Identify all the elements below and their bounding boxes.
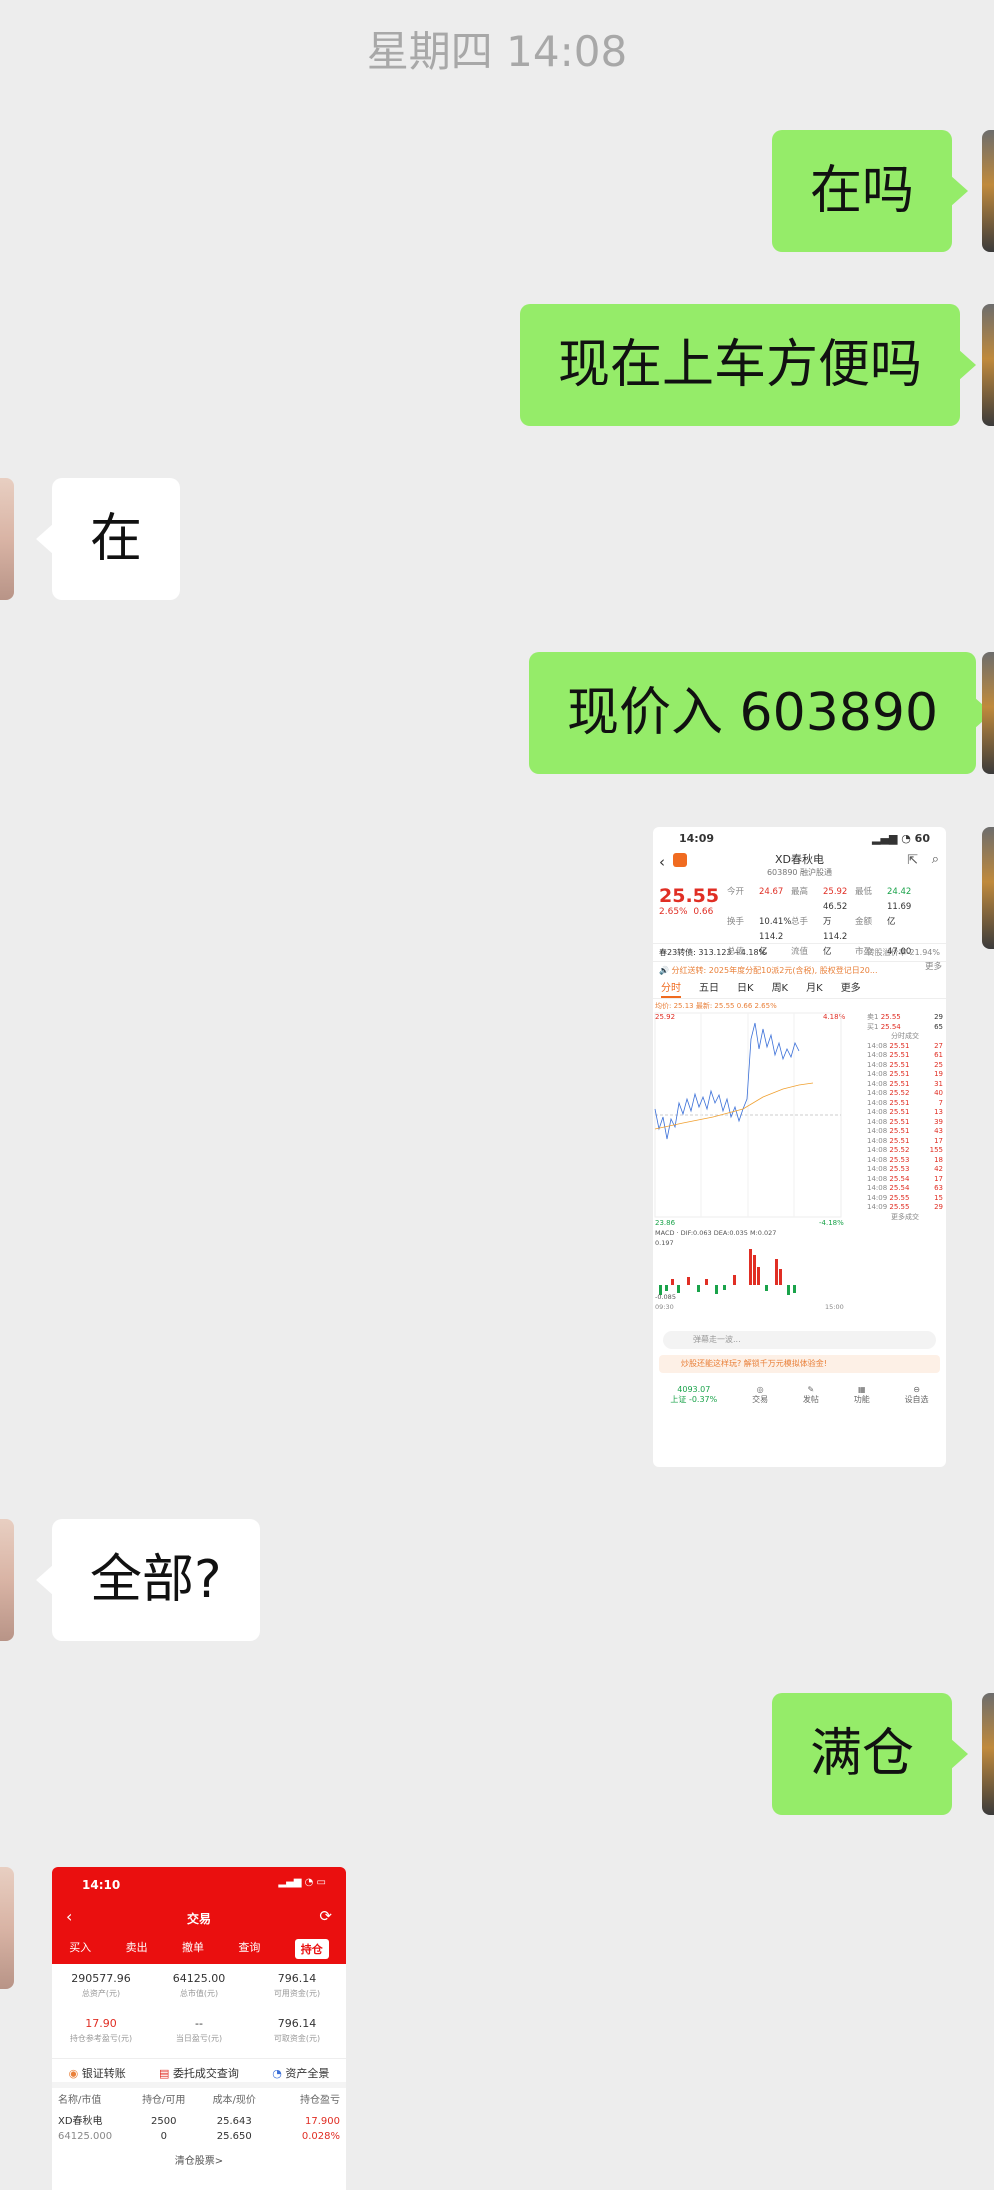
trade-row: 14:08 25.51 19: [867, 1070, 943, 1078]
y-high-label: 25.92: [655, 1013, 675, 1021]
price-line: [654, 1022, 800, 1140]
macd-label: MACD · DIF:0.063 DEA:0.035 M:0.027: [655, 1229, 776, 1237]
trade-title: 交易: [186, 1912, 211, 1926]
trade-row: 14:08 25.51 25: [867, 1060, 943, 1069]
macd-low-label: -0.085: [655, 1293, 676, 1301]
chart-header: 均价: 25.13 最新: 25.55 0.66 2.65%: [655, 1001, 777, 1010]
my-avatar[interactable]: [982, 1693, 994, 1815]
promo-banner: 炒股还能这样玩? 解锁千万元模拟体验金!: [659, 1355, 940, 1373]
y-low-label: 23.86: [655, 1219, 676, 1227]
trade-row: 14:08 25.51 39: [867, 1117, 943, 1126]
search-icon: ⌕: [931, 852, 939, 867]
trade-row: 14:08 25.52 155: [867, 1146, 943, 1154]
trade-row: 14:08 25.51 17: [867, 1136, 943, 1145]
trade-row: 14:08 25.53 18: [867, 1155, 943, 1164]
comment-input: 弹幕走一波...: [663, 1331, 936, 1349]
order-query-icon: ▤: [159, 2067, 170, 2080]
intraday-chart: 均价: 25.13 最新: 25.55 0.66 2.65% 25.92 4.1…: [653, 999, 946, 1325]
status-time: 14:09: [679, 831, 715, 845]
trade-row: 14:08 25.51 31: [867, 1079, 943, 1088]
trade-row: 14:08 25.54 63: [867, 1184, 943, 1192]
status-icons: ▂▄▆ ◔ 60: [872, 831, 930, 845]
pct-low-label: -4.18%: [819, 1219, 844, 1227]
image-message-trade-screenshot[interactable]: 14:10 ▂▄▆ ◔ ▭ ‹ 交易 ⟳ 买入 卖出 撤单 查询 持仓 2905…: [52, 1867, 346, 2190]
clear-positions-link: 清仓股票>: [174, 2156, 224, 2167]
back-icon: ‹: [659, 853, 665, 871]
watchlist-icon: ⊖: [913, 1385, 920, 1394]
trade-row: 14:08 25.51 43: [867, 1127, 943, 1135]
more-trades-link: 更多成交: [891, 1212, 919, 1221]
time-start-label: 09:30: [655, 1303, 674, 1311]
quote-fields: 今开 24.67 最高 25.92 最低 24.42 换手 10.41%总手46.52万 金额…: [727, 885, 942, 975]
trade-row: 14:08 25.51 7: [867, 1098, 943, 1107]
speaker-icon: 🔊: [659, 966, 672, 975]
message-bubble-mine[interactable]: 现在上车方便吗: [520, 304, 977, 426]
quick-links: ◉ 银证转账 ▤ 委托成交查询 ◔ 资产全景: [52, 2058, 346, 2088]
message-bubble-contact[interactable]: 在: [35, 478, 181, 600]
pct-high-label: 4.18%: [823, 1013, 846, 1021]
trade-row: 14:08 25.53 42: [867, 1165, 943, 1173]
my-avatar[interactable]: [982, 304, 994, 426]
function-icon: ▦: [857, 1385, 866, 1394]
share-icon: ⇱: [907, 853, 918, 868]
message-bubble-contact[interactable]: 全部?: [36, 1519, 260, 1641]
status-icons: ▂▄▆ ◔ ▭: [278, 1877, 326, 1888]
more-link: 更多: [924, 962, 942, 972]
macd-high-label: 0.197: [655, 1239, 674, 1247]
tab-positions: 持仓: [294, 1939, 329, 1959]
positions-header: 名称/市值 持仓/可用 成本/现价 持仓盈亏: [58, 2095, 340, 2106]
chat-timestamp: 星期四 14:08: [366, 27, 628, 76]
trade-row: 14:08 25.51 61: [867, 1051, 943, 1059]
trade-row: 14:09 25.55 29: [867, 1203, 943, 1211]
index-value: 4093.07: [677, 1385, 711, 1394]
trade-row: 14:09 25.55 15: [867, 1193, 943, 1202]
trade-tabs: 买入 卖出 撤单 查询 持仓: [52, 1939, 346, 1959]
tab-sell: 卖出: [125, 1941, 148, 1954]
tab-more: 更多: [840, 983, 861, 994]
my-avatar[interactable]: [982, 652, 994, 774]
message-bubble-mine[interactable]: 在吗: [772, 130, 969, 252]
change-pct: 2.65%: [659, 907, 688, 917]
message-bubble-mine[interactable]: 满仓: [772, 1693, 969, 1815]
post-icon: ✎: [807, 1385, 815, 1394]
trade-row: 14:08 25.51 13: [867, 1108, 943, 1116]
tab-monthly: 月K: [806, 983, 823, 994]
tab-daily: 日K: [737, 983, 754, 994]
trade-row: 14:08 25.52 40: [867, 1089, 943, 1097]
bottom-nav: 4093.07 上证 -0.37% ◎ 交易 ✎ 发帖 ▦ 功能 ⊖ 设自选: [670, 1385, 929, 1404]
contact-avatar[interactable]: [0, 478, 14, 600]
order-book: 卖1 25.55 29 买1 25.54 65 分时成交 14:08 25.51 27…: [867, 1013, 943, 1221]
trade-row: 14:08 25.54 17: [867, 1174, 943, 1183]
macd-bars: [659, 1249, 796, 1295]
index-label: 上证 -0.37%: [670, 1395, 718, 1404]
chart-tabs: 分时 五日 日K 周K 月K 更多: [653, 979, 946, 999]
trades-list: 14:08 25.51 27 14:08 25.51 61 14:08 25.51 25 1…: [867, 1042, 943, 1213]
change-value: 0.66: [693, 907, 714, 917]
trades-title: 分时成交: [891, 1032, 919, 1040]
tab-intraday: 分时: [661, 979, 681, 998]
refresh-icon: ⟳: [319, 1907, 332, 1925]
trade-row: 14:08 25.51 27: [867, 1041, 943, 1050]
assets-icon: ◔: [272, 2067, 282, 2080]
transfer-icon: ◉: [68, 2067, 79, 2080]
position-row: XD春秋电 64125.000 2500 0 25.643 25.650 17.900…: [58, 2116, 340, 2142]
my-avatar[interactable]: [982, 827, 994, 949]
tab-query: 查询: [238, 1941, 261, 1954]
tab-5day: 五日: [699, 983, 719, 994]
contact-avatar[interactable]: [0, 1867, 14, 1989]
message-bubble-mine[interactable]: 现价入 603890: [529, 652, 993, 774]
app-logo-icon: [673, 853, 687, 867]
image-message-stock-screenshot[interactable]: 14:09 ▂▄▆ ◔ 60 ‹ XD春秋电 603890 融沪股通 ⇱ ⌕ 2…: [653, 827, 946, 1467]
contact-avatar[interactable]: [0, 1519, 14, 1641]
stock-name: XD春秋电: [774, 853, 824, 866]
stock-code: 603890 融沪股通: [766, 868, 833, 877]
my-avatar[interactable]: [982, 130, 994, 252]
tab-weekly: 周K: [771, 983, 789, 994]
tab-cancel: 撤单: [181, 1941, 204, 1954]
status-time: 14:10: [82, 1878, 121, 1892]
trade-icon: ◎: [756, 1385, 764, 1394]
account-stats: 290577.96 总资产(元) 64125.00 总市值(元) 796.14 可用资…: [69, 1972, 321, 2043]
time-end-label: 15:00: [825, 1303, 844, 1311]
tab-buy: 买入: [69, 1941, 92, 1954]
